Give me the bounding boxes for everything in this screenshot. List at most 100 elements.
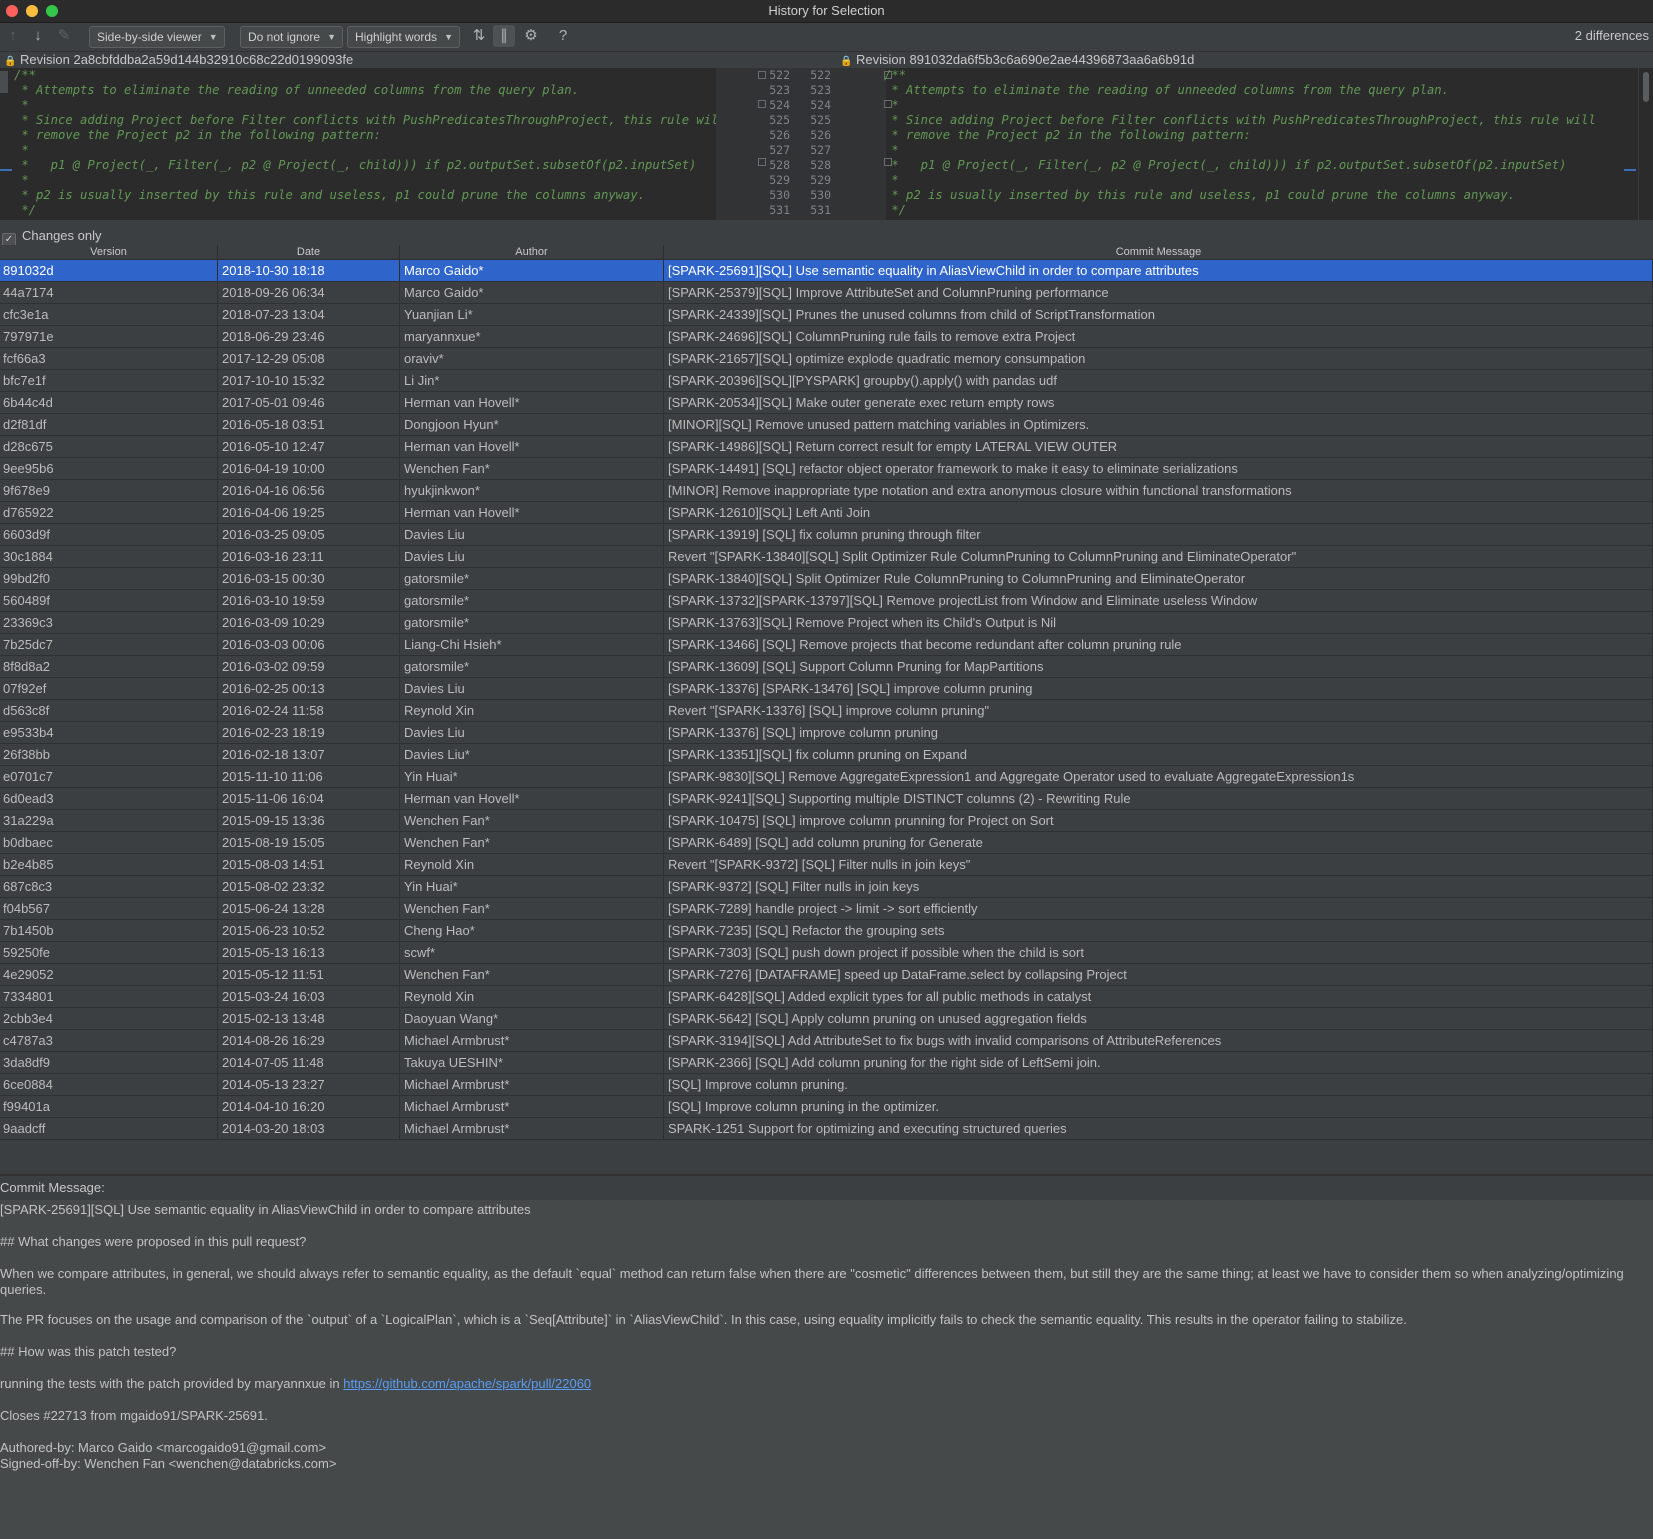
left-revision-label: Revision 2a8cbfddba2a59d144b32910c68c22d… — [20, 52, 354, 67]
table-row[interactable]: d2f81df 2016-05-18 03:51 Dongjoon Hyun* [MI… — [0, 414, 1653, 436]
table-row[interactable]: d28c675 2016-05-10 12:47 Herman van Hovell… — [0, 436, 1653, 458]
column-header-version[interactable]: Version — [0, 245, 218, 259]
version-cell: d2f81df — [0, 414, 218, 435]
commit-message-cell: [SPARK-13351][SQL] fix column pruning on… — [664, 744, 1653, 765]
table-row[interactable]: 6b44c4d 2017-05-01 09:46 Herman van Hovell… — [0, 392, 1653, 414]
help-icon[interactable]: ? — [552, 25, 574, 47]
sync-scroll-icon[interactable]: ∥ — [493, 25, 515, 47]
viewer-mode-combo[interactable]: Side-by-side viewer ▼ — [89, 26, 225, 48]
column-header-commit-message[interactable]: Commit Message — [664, 245, 1653, 259]
table-row[interactable]: 7334801 2015-03-24 16:03 Reynold Xin [SPARK… — [0, 986, 1653, 1008]
code-line: */ — [884, 203, 907, 217]
table-row[interactable]: 30c1884 2016-03-16 23:11 Davies Liu Revert … — [0, 546, 1653, 568]
author-cell: Wenchen Fan* — [400, 832, 664, 853]
table-row[interactable]: e0701c7 2015-11-10 11:06 Yin Huai* [SPARK-9… — [0, 766, 1653, 788]
version-cell: 687c8c3 — [0, 876, 218, 897]
table-row[interactable]: d563c8f 2016-02-24 11:58 Reynold Xin Revert… — [0, 700, 1653, 722]
table-row[interactable]: 687c8c3 2015-08-02 23:32 Yin Huai* [SPARK-9… — [0, 876, 1653, 898]
table-row[interactable]: 4e29052 2015-05-12 11:51 Wenchen Fan* [SPAR… — [0, 964, 1653, 986]
table-row[interactable]: f04b567 2015-06-24 13:28 Wenchen Fan* [SPAR… — [0, 898, 1653, 920]
commit-message-cell: [MINOR][SQL] Remove unused pattern match… — [664, 414, 1653, 435]
maximize-window-button[interactable] — [46, 5, 58, 17]
scrollbar-thumb[interactable] — [1643, 72, 1649, 102]
commit-message-panel[interactable]: [SPARK-25691][SQL] Use semantic equality… — [0, 1200, 1653, 1539]
table-row[interactable]: 6603d9f 2016-03-25 09:05 Davies Liu [SPARK-… — [0, 524, 1653, 546]
date-cell: 2016-02-23 18:19 — [218, 722, 400, 743]
table-row[interactable]: 99bd2f0 2016-03-15 00:30 gatorsmile* [SPARK… — [0, 568, 1653, 590]
pull-request-link[interactable]: https://github.com/apache/spark/pull/220… — [343, 1376, 591, 1391]
author-cell: Davies Liu — [400, 524, 664, 545]
table-row[interactable]: 3da8df9 2014-07-05 11:48 Takuya UESHIN* [SP… — [0, 1052, 1653, 1074]
commit-message-cell: [SPARK-7276] [DATAFRAME] speed up DataFr… — [664, 964, 1653, 985]
table-row[interactable]: bfc7e1f 2017-10-10 15:32 Li Jin* [SPARK-203… — [0, 370, 1653, 392]
commit-message-cell: [SPARK-24696][SQL] ColumnPruning rule fa… — [664, 326, 1653, 347]
version-cell: b2e4b85 — [0, 854, 218, 875]
table-row[interactable]: d765922 2016-04-06 19:25 Herman van Hovell… — [0, 502, 1653, 524]
version-cell: cfc3e1a — [0, 304, 218, 325]
date-cell: 2014-08-26 16:29 — [218, 1030, 400, 1051]
table-row[interactable]: 7b1450b 2015-06-23 10:52 Cheng Hao* [SPARK-… — [0, 920, 1653, 942]
left-line-numbers: 522 523 524 525 526 527 528 529 530 531 — [769, 68, 790, 217]
commit-message-cell: [SPARK-25691][SQL] Use semantic equality… — [664, 260, 1653, 281]
column-header-author[interactable]: Author — [400, 245, 664, 259]
date-cell: 2015-05-12 11:51 — [218, 964, 400, 985]
table-row[interactable]: 8f8d8a2 2016-03-02 09:59 gatorsmile* [SPARK… — [0, 656, 1653, 678]
edit-icon[interactable]: ✎ — [53, 25, 75, 47]
version-cell: 4e29052 — [0, 964, 218, 985]
left-code-pane[interactable]: /** * Attempts to eliminate the reading … — [14, 68, 726, 220]
column-header-date[interactable]: Date — [218, 245, 400, 259]
table-row[interactable]: f99401a 2014-04-10 16:20 Michael Armbrust*… — [0, 1096, 1653, 1118]
commit-message-cell: [SPARK-25379][SQL] Improve AttributeSet … — [664, 282, 1653, 303]
table-row[interactable]: 560489f 2016-03-10 19:59 gatorsmile* [SPARK… — [0, 590, 1653, 612]
table-row[interactable]: 9ee95b6 2016-04-19 10:00 Wenchen Fan* [SPAR… — [0, 458, 1653, 480]
left-revision-header: 🔒 Revision 2a8cbfddba2a59d144b32910c68c22… — [4, 51, 353, 68]
table-row[interactable]: 2cbb3e4 2015-02-13 13:48 Daoyuan Wang* [SPA… — [0, 1008, 1653, 1030]
ignore-whitespace-combo[interactable]: Do not ignore ▼ — [240, 26, 344, 48]
version-cell: f04b567 — [0, 898, 218, 919]
table-row[interactable]: b2e4b85 2015-08-03 14:51 Reynold Xin Revert… — [0, 854, 1653, 876]
table-row[interactable]: 797971e 2018-06-29 23:46 maryannxue* [SPARK… — [0, 326, 1653, 348]
right-code-pane[interactable]: /** * Attempts to eliminate the reading … — [884, 68, 1596, 220]
arrow-down-icon[interactable]: ↓ — [27, 25, 49, 47]
table-row[interactable]: c4787a3 2014-08-26 16:29 Michael Armbrust*… — [0, 1030, 1653, 1052]
author-cell: Davies Liu* — [400, 744, 664, 765]
gear-icon[interactable]: ⚙ — [520, 25, 542, 47]
table-row[interactable]: 7b25dc7 2016-03-03 00:06 Liang-Chi Hsieh*[… — [0, 634, 1653, 656]
table-row[interactable]: 6d0ead3 2015-11-06 16:04 Herman van Hovell… — [0, 788, 1653, 810]
table-row[interactable]: 23369c3 2016-03-09 10:29 gatorsmile* [SPARK… — [0, 612, 1653, 634]
table-row[interactable]: 9f678e9 2016-04-16 06:56 hyukjinkwon* [MINO… — [0, 480, 1653, 502]
table-row[interactable]: 6ce0884 2014-05-13 23:27 Michael Armbrust*… — [0, 1074, 1653, 1096]
history-table[interactable]: Version Date Author Commit Message 89103… — [0, 245, 1653, 1140]
arrow-up-icon[interactable]: ↑ — [2, 25, 24, 47]
code-line: * p1 @ Project(_, Filter(_, p2 @ Project… — [14, 158, 697, 172]
code-line: * — [884, 173, 899, 187]
minimize-window-button[interactable] — [26, 5, 38, 17]
table-row[interactable]: fcf66a3 2017-12-29 05:08 oraviv* [SPARK-216… — [0, 348, 1653, 370]
details-splitter[interactable] — [0, 1174, 1653, 1176]
table-row[interactable]: 59250fe 2015-05-13 16:13 scwf* [SPARK-7303]… — [0, 942, 1653, 964]
changes-only-toggle[interactable]: ✓ Changes only — [2, 227, 102, 247]
table-row[interactable]: 26f38bb 2016-02-18 13:07 Davies Liu* [SPARK… — [0, 744, 1653, 766]
table-row[interactable]: 07f92ef 2016-02-25 00:13 Davies Liu [SPARK-… — [0, 678, 1653, 700]
right-line-numbers: 522 523 524 525 526 527 528 529 530 531 — [810, 68, 831, 217]
author-cell: Cheng Hao* — [400, 920, 664, 941]
date-cell: 2017-05-01 09:46 — [218, 392, 400, 413]
commit-signed-off-by: Signed-off-by: Wenchen Fan <wenchen@data… — [0, 1456, 337, 1471]
table-row[interactable]: e9533b4 2016-02-23 18:19 Davies Liu [SPARK-… — [0, 722, 1653, 744]
diff-splitter[interactable] — [0, 220, 1653, 224]
table-row[interactable]: 44a7174 2018-09-26 06:34 Marco Gaido* [SPAR… — [0, 282, 1653, 304]
author-cell: gatorsmile* — [400, 612, 664, 633]
date-cell: 2016-04-19 10:00 — [218, 458, 400, 479]
highlight-mode-combo[interactable]: Highlight words ▼ — [347, 26, 461, 48]
table-row[interactable]: 9aadcff 2014-03-20 18:03 Michael Armbrust*… — [0, 1118, 1653, 1140]
table-row[interactable]: b0dbaec 2015-08-19 15:05 Wenchen Fan* [SPAR… — [0, 832, 1653, 854]
table-row[interactable]: 31a229a 2015-09-15 13:36 Wenchen Fan* [SPAR… — [0, 810, 1653, 832]
version-cell: bfc7e1f — [0, 370, 218, 391]
collapse-unchanged-icon[interactable]: ⇅ — [468, 25, 490, 47]
diff-viewer[interactable]: /** * Attempts to eliminate the reading … — [0, 68, 1653, 220]
author-cell: Wenchen Fan* — [400, 810, 664, 831]
diff-scrollbar[interactable] — [1638, 68, 1653, 220]
table-row[interactable]: cfc3e1a 2018-07-23 13:04 Yuanjian Li* [SPAR… — [0, 304, 1653, 326]
table-row[interactable]: 891032d 2018-10-30 18:18 Marco Gaido* [SPAR… — [0, 260, 1653, 282]
close-window-button[interactable] — [6, 5, 18, 17]
